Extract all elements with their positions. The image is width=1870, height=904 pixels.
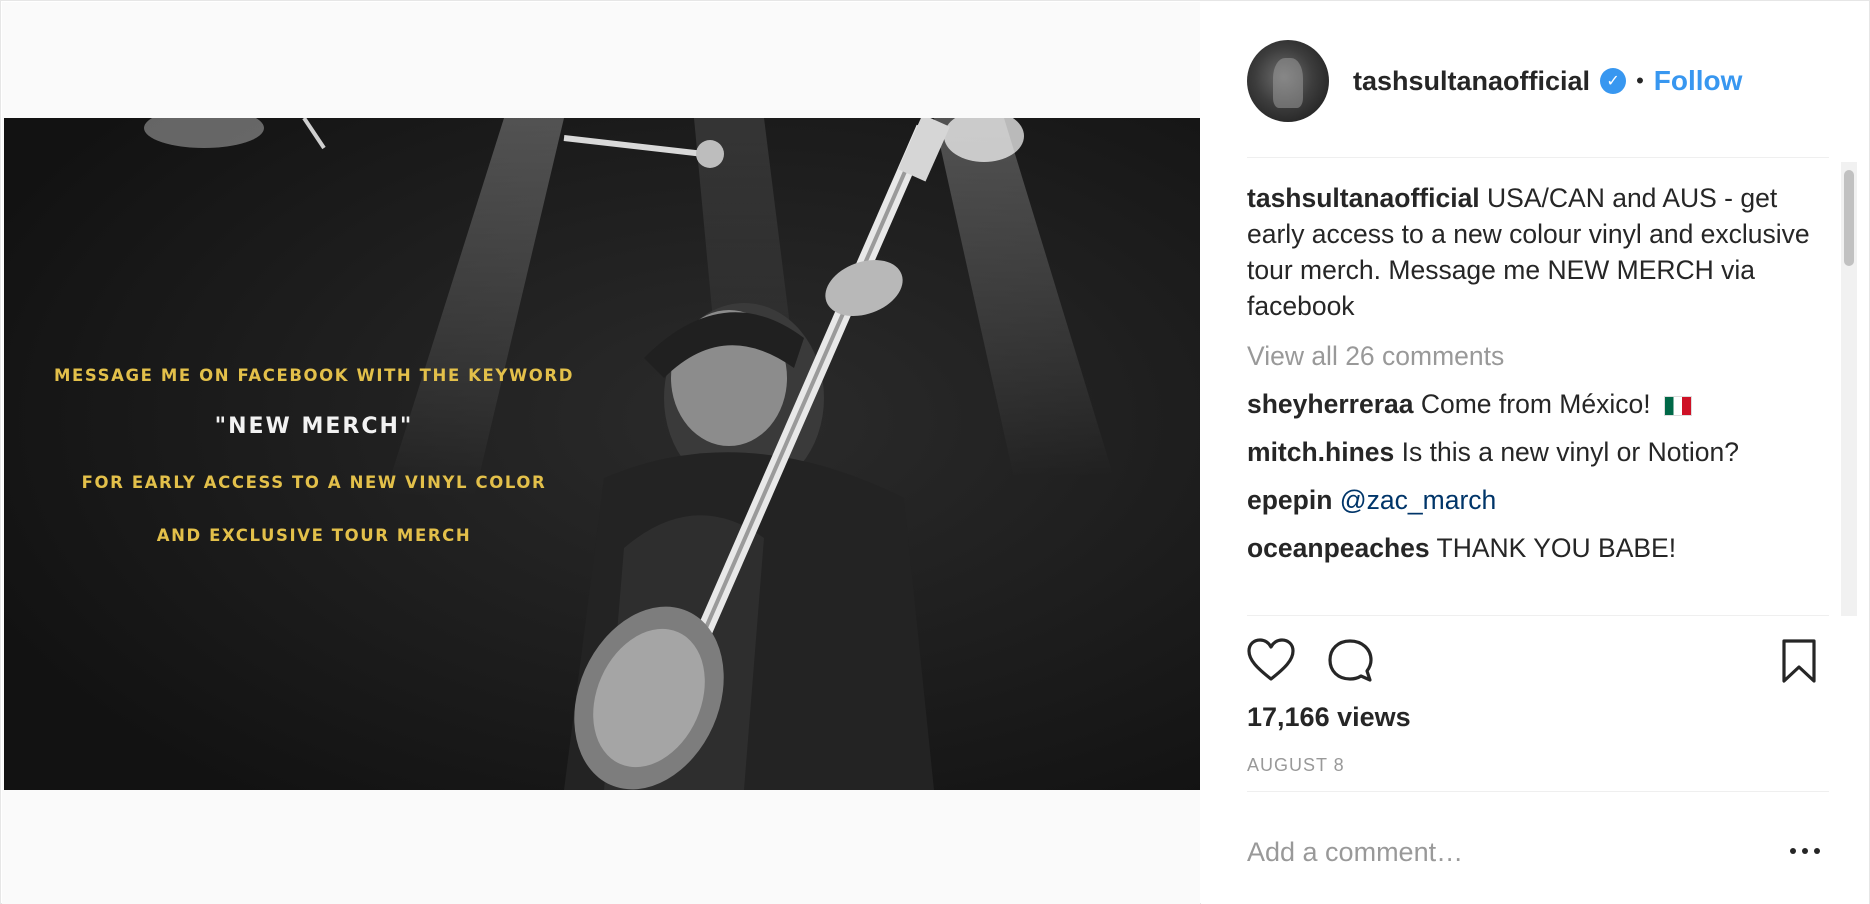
heart-icon[interactable] — [1247, 638, 1295, 682]
more-options-icon[interactable] — [1789, 840, 1821, 860]
comment-text: Come from México! — [1420, 389, 1651, 419]
view-all-comments-link[interactable]: View all 26 comments — [1247, 338, 1817, 374]
concert-photo — [4, 118, 1200, 790]
comment-mention-link[interactable]: @zac_march — [1340, 485, 1497, 515]
scrollbar-thumb[interactable] — [1844, 170, 1854, 266]
comment-item: epepin @zac_march — [1247, 482, 1817, 518]
more-dot — [1790, 848, 1796, 854]
post-modal: MESSAGE ME ON FACEBOOK WITH THE KEYWORD … — [0, 0, 1870, 904]
comment-item: oceanpeaches THANK YOU BABE! — [1247, 530, 1817, 566]
comment-item: sheyherreraa Come from México! — [1247, 386, 1817, 422]
comments-scrollbar[interactable] — [1841, 162, 1857, 616]
verified-badge-icon: ✓ — [1600, 68, 1627, 94]
follow-button[interactable]: Follow — [1654, 65, 1743, 97]
comments-divider — [1247, 615, 1829, 616]
header-username[interactable]: tashsultanaofficial — [1353, 66, 1590, 97]
comment-username[interactable]: mitch.hines — [1247, 437, 1394, 467]
add-comment-input[interactable] — [1247, 832, 1747, 872]
overlay-keyword: "NEW MERCH" — [214, 414, 414, 439]
comments-list[interactable]: tashsultanaofficial USA/CAN and AUS - ge… — [1247, 166, 1817, 614]
comment-username[interactable]: oceanpeaches — [1247, 533, 1430, 563]
bookmark-icon[interactable] — [1779, 638, 1819, 684]
view-count[interactable]: 17,166 views — [1247, 702, 1411, 733]
header-separator: • — [1636, 68, 1644, 93]
avatar-figure — [1273, 58, 1303, 108]
comment-username[interactable]: epepin — [1247, 485, 1332, 515]
header-divider — [1247, 157, 1829, 158]
comment-text: THANK YOU BABE! — [1436, 533, 1677, 563]
caption: tashsultanaofficial USA/CAN and AUS - ge… — [1247, 180, 1817, 324]
footer-divider — [1247, 791, 1829, 792]
overlay-line-1: MESSAGE ME ON FACEBOOK WITH THE KEYWORD — [53, 366, 574, 385]
caption-username[interactable]: tashsultanaofficial — [1247, 183, 1480, 213]
overlay-line-4: AND EXCLUSIVE TOUR MERCH — [156, 526, 472, 545]
post-header: tashsultanaofficial ✓ • Follow — [1247, 40, 1829, 122]
more-dot — [1814, 848, 1820, 854]
mexico-flag-icon — [1663, 396, 1692, 416]
action-bar — [1247, 638, 1817, 688]
post-image[interactable]: MESSAGE ME ON FACEBOOK WITH THE KEYWORD … — [4, 118, 1200, 790]
comment-username[interactable]: sheyherreraa — [1247, 389, 1413, 419]
comment-item: mitch.hines Is this a new vinyl or Notio… — [1247, 434, 1817, 470]
media-pane: MESSAGE ME ON FACEBOOK WITH THE KEYWORD … — [2, 2, 1200, 904]
comment-text: Is this a new vinyl or Notion? — [1401, 437, 1739, 467]
avatar[interactable] — [1247, 40, 1329, 122]
post-sidebar: tashsultanaofficial ✓ • Follow tashsulta… — [1201, 2, 1869, 904]
more-dot — [1802, 848, 1808, 854]
overlay-line-3: FOR EARLY ACCESS TO A NEW VINYL COLOR — [81, 473, 547, 492]
post-date[interactable]: AUGUST 8 — [1247, 755, 1345, 776]
comment-bubble-icon[interactable] — [1327, 638, 1373, 684]
